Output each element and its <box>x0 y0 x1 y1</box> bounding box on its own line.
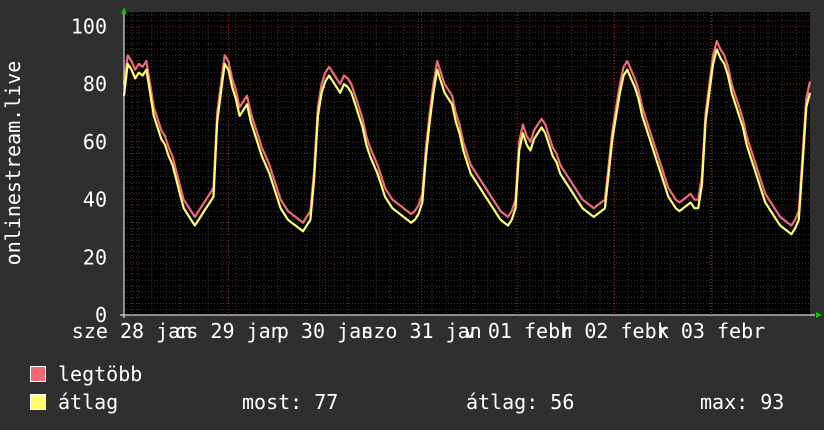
y-tick-label: 40 <box>83 188 107 212</box>
x-tick-label: cs 29 jan <box>174 319 282 343</box>
y-axis-label: onlinestream.live <box>1 61 25 266</box>
x-tick-labels: sze 28 jancs 29 janp 30 janszo 31 janv 0… <box>72 319 765 343</box>
legend-label-atlag: átlag <box>58 390 119 414</box>
x-tick-label: v 01 febr <box>464 319 572 343</box>
y-tick-label: 20 <box>83 245 107 269</box>
y-axis-arrow <box>121 7 127 14</box>
x-tick-label: p 30 jan <box>277 319 373 343</box>
legend-item-legtobb: legtöbb <box>30 363 142 385</box>
y-tick-label: 80 <box>83 72 107 96</box>
x-axis-arrow <box>816 312 822 318</box>
x-tick-label: h 02 febr <box>560 319 668 343</box>
y-tick-label: 100 <box>71 14 107 38</box>
y-tick-label: 60 <box>83 130 107 154</box>
stat-atlag: átlag: 56 <box>466 390 575 414</box>
x-tick-label: k 03 febr <box>657 319 765 343</box>
stat-most: most: 77 <box>242 390 339 414</box>
legend-item-atlag: átlag <box>30 391 118 413</box>
legend-swatch-legtobb <box>30 366 46 382</box>
y-tick-labels: 020406080100 <box>71 14 107 327</box>
legend-label-legtobb: legtöbb <box>58 362 143 386</box>
stat-max: max: 93 <box>700 390 785 414</box>
legend-swatch-atlag <box>30 394 46 410</box>
